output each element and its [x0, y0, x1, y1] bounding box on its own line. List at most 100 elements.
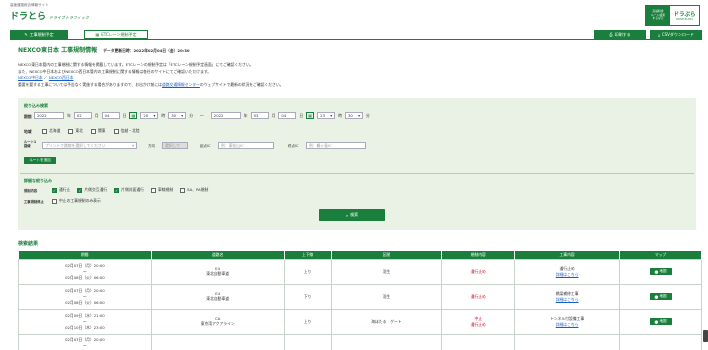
region-shinetsu-hokuriku[interactable]: 信越・北陸: [113, 128, 140, 134]
intro-text: NEXCO東日本管内の工事規制に関する情報を掲載しています。ETCレーンの規制予…: [18, 62, 618, 88]
regulation-status: 通行止め: [441, 258, 516, 285]
map-button[interactable]: ⬤ 地図: [649, 268, 672, 275]
period-row: 2022 年 02 月 04 日 ▦ 20 ▾ 時 30 ▾ 分 〜 2022 年 03 月 04…: [34, 112, 370, 119]
drivepla-banner[interactable]: 高速料金 ルート検索 するなら ドラぷら DRIVE PLAZA: [645, 5, 700, 26]
region-kanto[interactable]: 関東: [90, 128, 106, 134]
start-month-select[interactable]: 02: [73, 112, 92, 119]
tab-etc-lane[interactable]: ▦ ETCレーン規制予定: [84, 30, 148, 39]
regulation-status: 通行止め: [441, 283, 516, 310]
col-road: 道路名: [151, 251, 285, 259]
region-hokkaido[interactable]: 北海道: [42, 128, 60, 134]
start-hour-select[interactable]: 20 ▾: [140, 112, 159, 119]
detail-link[interactable]: 詳細はこちら: [515, 297, 619, 303]
route-label: ルート1 路線: [24, 140, 37, 148]
end-ic-input[interactable]: 例：鶴ヶ島IC: [306, 142, 366, 149]
table-row: 02月07日（月）20:00 〜 02月08日（火）06:00 E4 東北自動車道 上…: [18, 258, 702, 285]
page-title: NEXCO東日本 工事規制情報: [18, 47, 98, 54]
period-label: 期間: [24, 114, 32, 119]
map-pin-icon: ⬤: [654, 294, 659, 299]
wrench-icon: ✎: [24, 32, 28, 37]
calendar-icon: ▦: [95, 32, 100, 37]
option-closure[interactable]: ✓ 通行止: [52, 187, 70, 193]
end-day-select[interactable]: 04: [278, 112, 297, 119]
chevron-down-icon: ▾: [153, 113, 156, 118]
nexco-west-link[interactable]: NEXCO西日本: [49, 75, 74, 80]
intro-line3: 重要を要する工事については予告なく実施する場合がありますので、お出かけ前には道路…: [18, 81, 284, 87]
check-icon: ✓: [52, 187, 57, 193]
start-day-select[interactable]: 04: [101, 112, 120, 119]
table-row: 02月09日（水）21:00 〜 02月10日（木）23:00 CA 東京湾アクアライ…: [18, 308, 702, 335]
search-button[interactable]: ⌕ 検索: [319, 209, 385, 221]
filter-divider: [20, 173, 694, 174]
direction-select[interactable]: 選択して: [162, 142, 188, 149]
table-row: 02月07日（月）20:00 〜: [18, 333, 702, 350]
tab-underline: [10, 39, 702, 40]
check-icon: ✓: [77, 187, 83, 193]
end-month-select[interactable]: 03: [250, 112, 269, 119]
option-two-way[interactable]: ✓ 片側対面通行: [114, 187, 144, 193]
option-sa-pa[interactable]: SA、PA規制: [180, 187, 208, 193]
regulation-options: ✓ 通行止 ✓ 片側交互通行 ✓ 片側対面通行 車線規制 SA、PA規制: [52, 187, 208, 193]
check-icon: ✓: [114, 187, 120, 193]
detail-link[interactable]: 詳細はこちら: [515, 272, 619, 278]
end-hour-select[interactable]: 23 ▾: [317, 112, 336, 119]
start-calendar-icon[interactable]: ▦: [129, 112, 138, 119]
region-tohoku[interactable]: 東北: [68, 128, 83, 134]
results-table: 期間 道路名 上下線 区間 規制内容 工事内容 マップ 02月07日（月）20:…: [18, 251, 702, 350]
col-section: 区間: [331, 251, 443, 259]
start-ic-label: 起点IC: [200, 144, 211, 148]
logo-sub: ドライブトラフィック: [49, 15, 89, 20]
site-logo[interactable]: ドラとら ドライブトラフィック: [10, 9, 89, 22]
results-header-row: 期間 道路名 上下線 区間 規制内容 工事内容 マップ: [18, 251, 702, 259]
stop-label: 工事規制停止: [24, 200, 44, 204]
filter-heading: 絞り込み検索: [24, 103, 48, 108]
site-tagline: 高速道路総合情報サイト: [10, 3, 49, 7]
region-label: 地域: [24, 129, 32, 134]
logo-main: ドラとら: [10, 12, 47, 22]
col-work: 工事内容: [514, 251, 621, 259]
drivepla-logo: ドラぷら: [673, 12, 696, 18]
chevron-down-icon: ▾: [330, 113, 333, 118]
col-map: マップ: [619, 251, 702, 259]
map-pin-icon: ⬤: [654, 319, 659, 324]
drivepla-logo-sub: DRIVE PLAZA: [676, 18, 693, 21]
print-button[interactable]: ⎙ 印刷する: [594, 30, 646, 39]
banner-line3: するなら: [652, 16, 664, 21]
start-minute-select[interactable]: 30 ▾: [168, 112, 187, 119]
option-alternating[interactable]: ✓ 片側交互通行: [77, 187, 107, 193]
nexco-central-link[interactable]: NEXCO中日本: [18, 75, 43, 80]
col-direction: 上下線: [284, 251, 332, 259]
page-title-row: NEXCO東日本 工事規制情報 データ更新日時：2022年02月04日（金）20…: [18, 45, 190, 54]
tab-construction[interactable]: ✎ 工事規制予定: [10, 30, 68, 39]
region-checkboxes: 北海道 東北 関東 信越・北陸: [42, 128, 140, 134]
download-icon: ⤓: [658, 32, 660, 37]
regulation-status: 中止 通行止め: [441, 308, 516, 335]
csv-download-button[interactable]: ⤓ CSVダウンロード: [650, 30, 702, 39]
jartic-link[interactable]: 道路交通情報センター: [162, 82, 200, 87]
route-select[interactable]: プリントで路線を選択してください ▾: [42, 142, 137, 149]
page-top-handle[interactable]: [703, 330, 708, 342]
map-pin-icon: ⬤: [654, 269, 659, 274]
direction-label: 方向: [148, 144, 155, 148]
search-icon: ⌕: [345, 212, 349, 218]
detail-heading: 詳細な絞り込み: [24, 178, 52, 183]
end-year-select[interactable]: 2022: [210, 112, 241, 119]
map-button[interactable]: ⬤ 地図: [649, 293, 672, 300]
table-row: 02月07日（月）20:00 〜 02月08日（火）06:00 E4 東北自動車道 下…: [18, 283, 702, 310]
end-ic-label: 終点IC: [288, 144, 299, 148]
option-stopped-only[interactable]: 中止の工事規制のみ表示: [52, 198, 101, 204]
update-time: データ更新日時：2022年02月04日（金）20:30: [103, 48, 190, 53]
chevron-down-icon: ▾: [132, 143, 134, 148]
col-regulation: 規制内容: [441, 251, 516, 259]
map-button[interactable]: ⬤ 地図: [649, 318, 672, 325]
start-ic-input[interactable]: 例：東松山IC: [218, 142, 274, 149]
add-route-button[interactable]: ルートを追加: [24, 157, 56, 164]
chevron-down-icon: ▾: [181, 113, 184, 118]
printer-icon: ⎙: [609, 32, 613, 37]
end-calendar-icon[interactable]: ▦: [306, 112, 315, 119]
option-lane[interactable]: 車線規制: [150, 187, 173, 193]
start-year-select[interactable]: 2022: [34, 112, 64, 119]
detail-link[interactable]: 詳細はこちら: [515, 322, 619, 328]
end-minute-select[interactable]: 30 ▾: [344, 112, 363, 119]
col-period: 期間: [18, 251, 152, 259]
